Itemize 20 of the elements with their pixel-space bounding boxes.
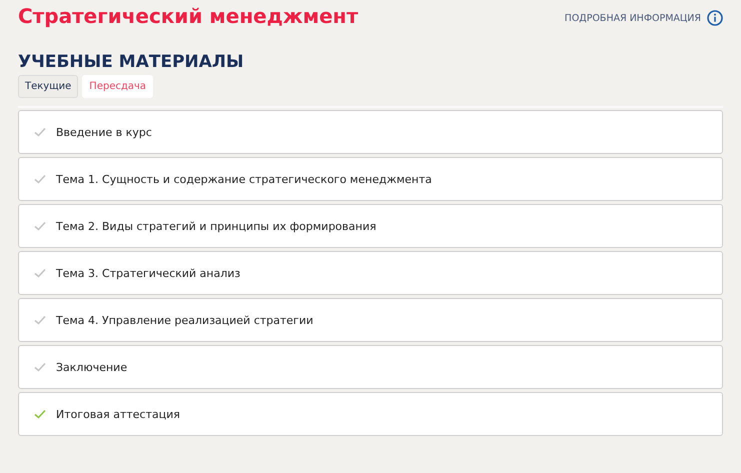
- info-icon[interactable]: [707, 10, 723, 26]
- tab[interactable]: Пересдача: [82, 75, 154, 98]
- lesson-item[interactable]: Заключение: [18, 345, 723, 389]
- lesson-item[interactable]: Введение в курс: [18, 110, 723, 154]
- tab[interactable]: Текущие: [18, 75, 78, 98]
- lesson-item[interactable]: Тема 2. Виды стратегий и принципы их формирования: [18, 204, 723, 248]
- lesson-title: Тема 1. Сущность и содержание стратегического менеджмента: [56, 172, 432, 186]
- lesson-title: Введение в курс: [56, 126, 152, 138]
- lesson-item[interactable]: Тема 4. Управление реализацией стратегии: [18, 298, 723, 342]
- section-title: УЧЕБНЫЕ МАТЕРИАЛЫ: [18, 51, 245, 73]
- lesson-title: Итоговая аттестация: [56, 408, 180, 420]
- lesson-title: Тема 3. Стратегический анализ: [56, 266, 240, 280]
- lesson-item[interactable]: Тема 3. Стратегический анализ: [18, 251, 723, 295]
- lesson-title: Заключение: [56, 360, 128, 374]
- lesson-title: Тема 2. Виды стратегий и принципы их формирования: [56, 220, 376, 232]
- info-link[interactable]: ПОДРОБНАЯ ИНФОРМАЦИЯ: [564, 12, 701, 24]
- lesson-item[interactable]: Тема 1. Сущность и содержание стратегического менеджмента: [18, 157, 723, 201]
- lesson-item[interactable]: Итоговая аттестация: [18, 392, 723, 436]
- lesson-title: Тема 4. Управление реализацией стратегии: [56, 314, 314, 326]
- course-title: Стратегический менеджмент: [18, 4, 360, 28]
